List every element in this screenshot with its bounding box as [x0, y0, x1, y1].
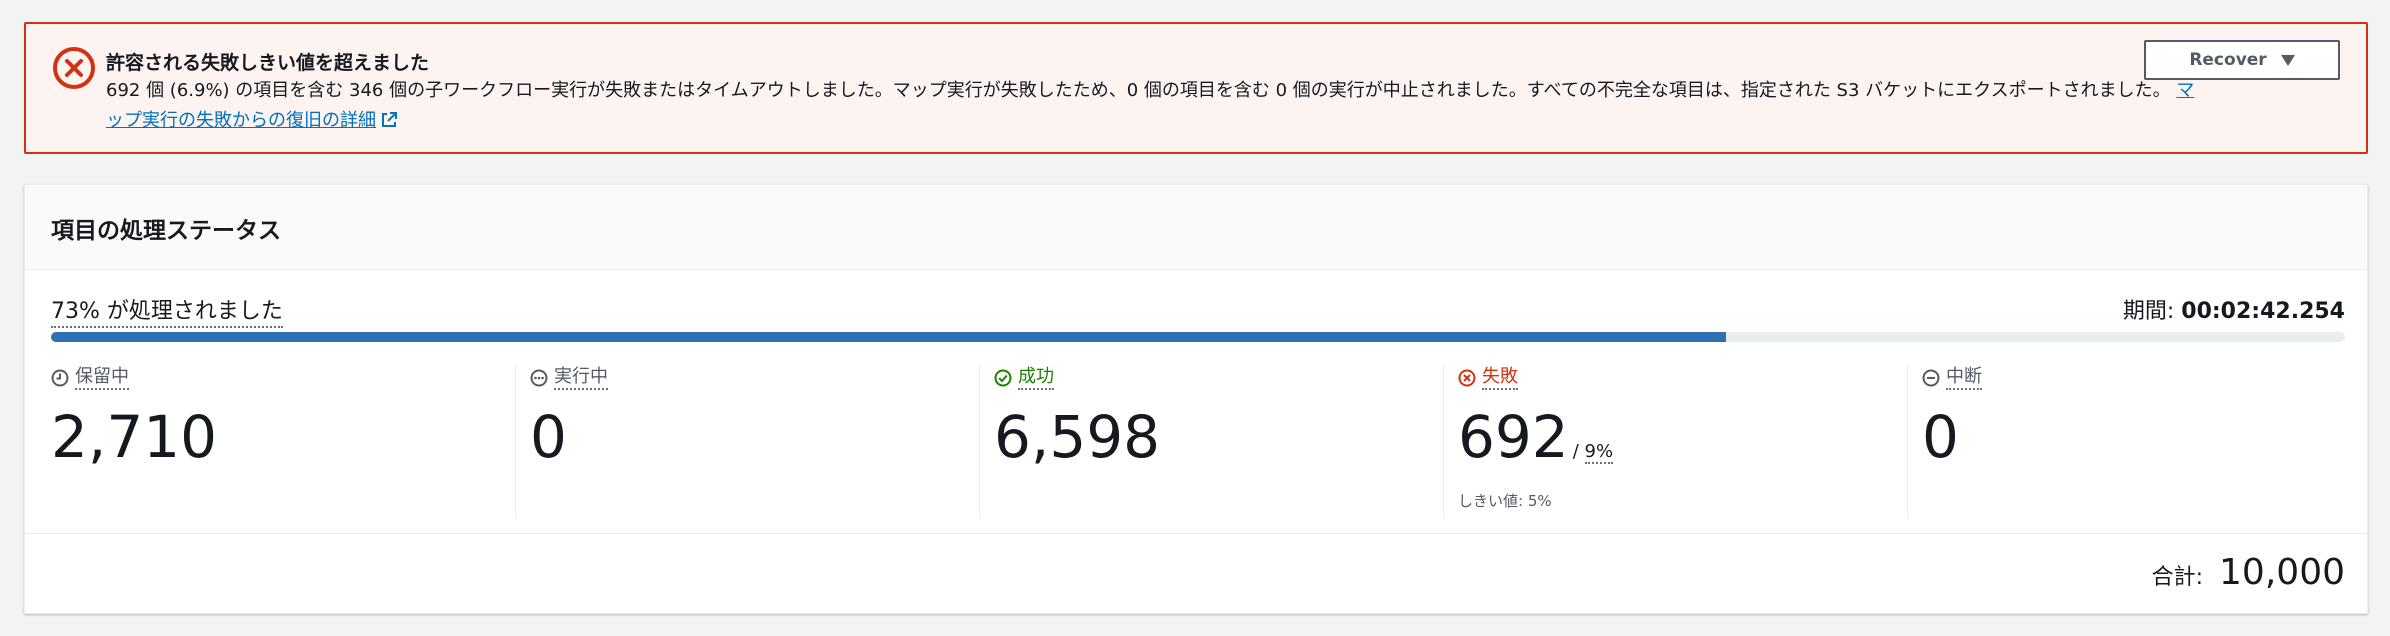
failure-threshold: しきい値: 5%: [1458, 492, 1552, 510]
clock-icon: [51, 369, 69, 387]
total: 合計: 10,000: [2152, 552, 2345, 593]
caret-down-icon: [2280, 54, 2295, 66]
panel-footer: 合計: 10,000: [25, 533, 2367, 613]
stat-pending: 保留中 2,710: [51, 365, 515, 517]
progress-label: 73% が処理されました: [51, 293, 283, 328]
stat-failed-value: 692: [1458, 403, 1569, 471]
panel-title: 項目の処理ステータス: [51, 218, 281, 244]
alert-message: 692 個 (6.9%) の項目を含む 346 個の子ワークフロー実行が失敗また…: [106, 80, 2171, 101]
stat-pending-label: 保留中: [75, 366, 129, 390]
stat-running-label: 実行中: [554, 366, 608, 390]
external-link-icon: [382, 112, 397, 127]
alert-message-block: 692 個 (6.9%) の項目を含む 346 個の子ワークフロー実行が失敗また…: [106, 76, 2196, 136]
check-circle-icon: [994, 369, 1012, 387]
stat-failed-percent: / 9%: [1572, 441, 1614, 464]
total-label: 合計:: [2151, 565, 2204, 590]
duration-value: 00:02:42.254: [2181, 299, 2345, 324]
recover-dropdown-button[interactable]: Recover: [2144, 40, 2340, 80]
stat-succeeded-label: 成功: [1018, 366, 1054, 390]
alert-title: 許容される失敗しきい値を超えました: [106, 52, 430, 74]
stat-succeeded: 成功 6,598: [979, 365, 1443, 517]
item-processing-status-panel: 項目の処理ステータス 73% が処理されました 期間: 00:02:42.254…: [24, 184, 2368, 614]
stat-pending-value: 2,710: [51, 403, 218, 471]
total-value: 10,000: [2219, 552, 2345, 593]
stat-failed: 失敗 692/ 9% しきい値: 5%: [1443, 365, 1907, 517]
stat-aborted: 中断 0: [1907, 365, 2371, 517]
progress-bar: [51, 332, 2345, 342]
stat-running: 実行中 0: [515, 365, 979, 517]
stat-aborted-value: 0: [1922, 403, 1959, 471]
stat-failed-value-row: 692/ 9%: [1458, 405, 1907, 484]
minus-circle-icon: [1922, 369, 1940, 387]
error-circle-icon: [1458, 369, 1476, 387]
duration: 期間: 00:02:42.254: [2123, 293, 2345, 325]
stat-running-value: 0: [530, 403, 567, 471]
stat-failed-percent-sep: /: [1572, 441, 1585, 462]
recover-button-label: Recover: [2189, 50, 2267, 70]
stat-succeeded-value: 6,598: [994, 403, 1161, 471]
progress-bar-fill: [51, 332, 1726, 342]
status-counts: 保留中 2,710 実行中 0 成功 6,598 失敗 692 / 9% しきい…: [51, 365, 2371, 517]
panel-header: 項目の処理ステータス: [25, 185, 2367, 270]
error-x-circle-icon: [53, 47, 95, 89]
stat-aborted-label: 中断: [1946, 366, 1982, 390]
stat-failed-percent-value: 9%: [1584, 441, 1614, 464]
failure-threshold-alert: 許容される失敗しきい値を超えました 692 個 (6.9%) の項目を含む 34…: [24, 22, 2368, 154]
ellipsis-circle-icon: [530, 369, 548, 387]
duration-label: 期間:: [2122, 299, 2182, 324]
stat-failed-label: 失敗: [1482, 366, 1518, 390]
